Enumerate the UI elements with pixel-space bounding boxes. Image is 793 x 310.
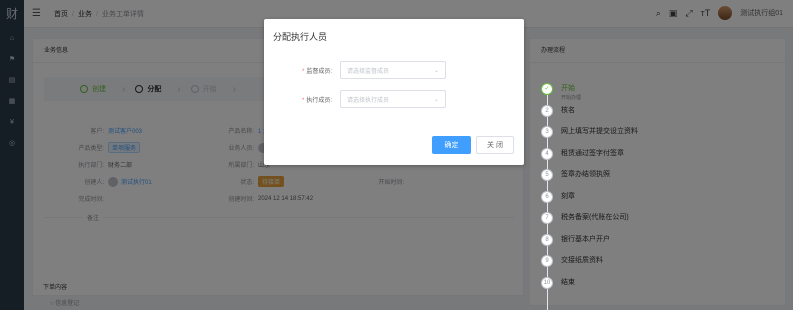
close-button[interactable]: 关 闭 xyxy=(476,136,514,154)
executor-select[interactable]: 请选择执行成员 ⌄ xyxy=(340,90,446,108)
supervisor-select[interactable]: 请选择监督成员 ⌄ xyxy=(340,61,446,79)
step-number: 7 xyxy=(541,212,553,224)
executor-row: * 执行成员: 请选择执行成员 ⌄ xyxy=(284,90,446,108)
step-number: 6 xyxy=(541,190,553,203)
required-mark: * xyxy=(301,97,305,104)
dialog-title: 分配执行人员 xyxy=(273,32,328,42)
executor-label: * 执行成员: xyxy=(284,95,332,104)
step-number: 8 xyxy=(541,233,553,246)
chevron-down-icon: ⌄ xyxy=(433,96,439,103)
supervisor-label: * 监督成员: xyxy=(284,66,332,75)
step-number: 4 xyxy=(541,147,553,160)
executor-label-text: 执行成员: xyxy=(306,97,332,104)
check-circle-icon: ✓ xyxy=(541,83,553,95)
step-number: 9 xyxy=(541,255,553,267)
step-number: 10 xyxy=(541,276,553,289)
required-mark: * xyxy=(301,68,305,75)
assign-executor-dialog: 分配执行人员 * 监督成员: 请选择监督成员 ⌄ * 执行成员: 请选择执行成员 ⌄… xyxy=(264,19,524,165)
supervisor-label-text: 监督成员: xyxy=(306,68,332,75)
step-number: 5 xyxy=(541,169,553,181)
executor-placeholder: 请选择执行成员 xyxy=(347,97,390,104)
supervisor-placeholder: 请选择监督成员 xyxy=(347,68,390,75)
confirm-button[interactable]: 确定 xyxy=(432,136,471,154)
supervisor-row: * 监督成员: 请选择监督成员 ⌄ xyxy=(284,61,446,79)
step-number: 3 xyxy=(541,126,553,138)
chevron-down-icon: ⌄ xyxy=(433,67,439,74)
step-number: 2 xyxy=(541,104,553,117)
